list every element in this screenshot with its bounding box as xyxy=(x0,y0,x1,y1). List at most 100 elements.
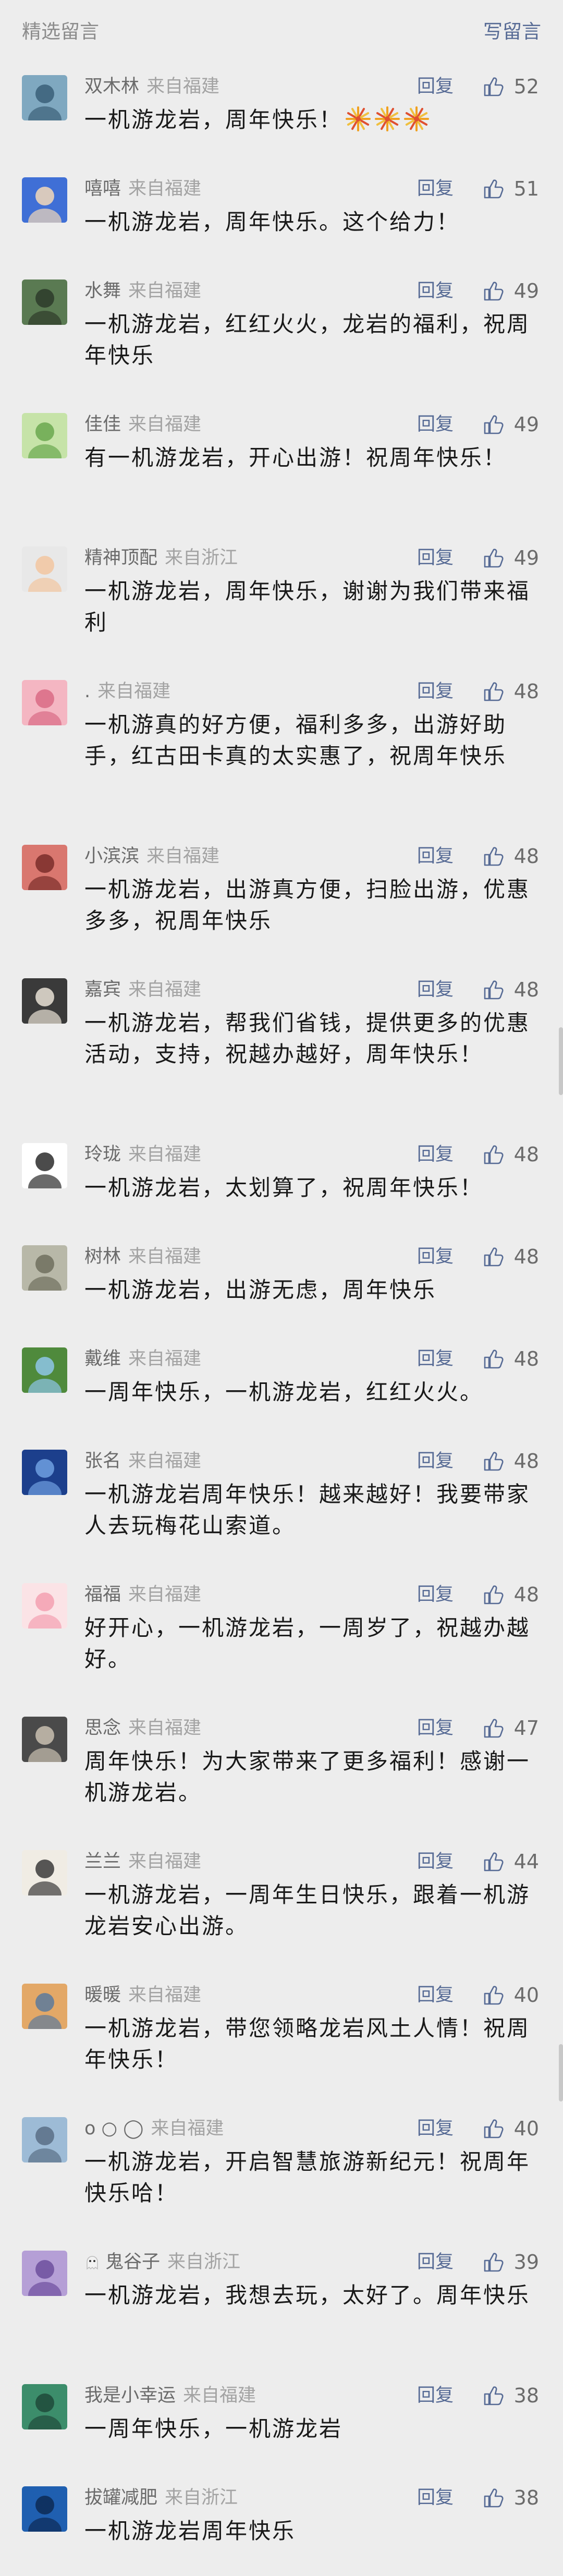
reply-button[interactable]: 回复 xyxy=(417,1346,454,1371)
like-button[interactable]: 48 xyxy=(482,1141,539,1168)
avatar[interactable] xyxy=(22,2486,67,2532)
commenter-name[interactable]: o ○ ◯ xyxy=(84,2118,143,2139)
reply-button[interactable]: 回复 xyxy=(417,2485,454,2510)
like-button[interactable]: 48 xyxy=(482,1345,539,1372)
like-button[interactable]: 38 xyxy=(482,2382,539,2409)
reply-button[interactable]: 回复 xyxy=(417,278,454,303)
avatar[interactable] xyxy=(22,2384,67,2429)
like-count: 40 xyxy=(513,1984,539,2007)
comment-item: 嘉宾 来自福建 回复 48 一机游龙岩，帮我们省钱，提供更多的优惠活动，支持，祝越办越好… xyxy=(0,966,563,1131)
commenter-name[interactable]: 兰兰 xyxy=(84,1851,121,1872)
avatar[interactable] xyxy=(22,1984,67,2029)
commenter-name[interactable]: 鬼谷子 xyxy=(105,2252,160,2273)
like-button[interactable]: 48 xyxy=(482,678,539,705)
comment-meta: 我是小幸运 来自福建 xyxy=(84,2383,256,2408)
commenter-name[interactable]: 精神顶配 xyxy=(84,548,157,568)
like-button[interactable]: 40 xyxy=(482,2115,539,2142)
like-count: 49 xyxy=(513,546,539,569)
reply-button[interactable]: 回复 xyxy=(417,2116,454,2141)
reply-button[interactable]: 回复 xyxy=(417,545,454,570)
avatar[interactable] xyxy=(22,2251,67,2296)
commenter-name[interactable]: 树林 xyxy=(84,1246,121,1267)
commenter-name[interactable]: 福福 xyxy=(84,1584,121,1605)
commenter-location: 来自福建 xyxy=(128,1451,202,1472)
reply-button[interactable]: 回复 xyxy=(417,2383,454,2408)
reply-button[interactable]: 回复 xyxy=(417,1244,454,1269)
avatar[interactable] xyxy=(22,845,67,890)
like-button[interactable]: 38 xyxy=(482,2484,539,2511)
reply-button[interactable]: 回复 xyxy=(417,74,454,99)
commenter-name[interactable]: 小滨滨 xyxy=(84,846,139,867)
avatar[interactable] xyxy=(22,978,67,1024)
avatar[interactable] xyxy=(22,680,67,725)
reply-button[interactable]: 回复 xyxy=(417,1582,454,1607)
scrollbar-thumb-secondary[interactable] xyxy=(559,2044,563,2101)
commenter-name[interactable]: 思念 xyxy=(84,1718,121,1739)
reply-button[interactable]: 回复 xyxy=(417,176,454,201)
commenter-name[interactable]: 嘻嘻 xyxy=(84,178,121,199)
comment-text-content: 一机游龙岩，太划算了，祝周年快乐！ xyxy=(84,1175,484,1200)
avatar[interactable] xyxy=(22,2117,67,2162)
scrollbar-thumb[interactable] xyxy=(559,1027,563,1095)
avatar[interactable] xyxy=(22,1717,67,1762)
avatar[interactable] xyxy=(22,1850,67,1895)
comment-item: 小滨滨 来自福建 回复 48 一机游龙岩，出游真方便，扫脸出游，优惠多多，祝周年快乐 xyxy=(0,832,563,966)
reply-button[interactable]: 回复 xyxy=(417,1449,454,1474)
like-button[interactable]: 49 xyxy=(482,411,539,438)
commenter-name[interactable]: . xyxy=(84,681,90,702)
like-button[interactable]: 52 xyxy=(482,73,539,100)
like-button[interactable]: 47 xyxy=(482,1715,539,1742)
reply-button[interactable]: 回复 xyxy=(417,844,454,869)
avatar[interactable] xyxy=(22,1347,67,1393)
like-button[interactable]: 48 xyxy=(482,976,539,1003)
commenter-location: 来自福建 xyxy=(128,979,202,1000)
comment-text: 一机游龙岩，帮我们省钱，提供更多的优惠活动，支持，祝越办越好，周年快乐！ xyxy=(84,1007,533,1070)
commenter-name[interactable]: 双木林 xyxy=(84,76,139,97)
like-button[interactable]: 51 xyxy=(482,175,539,202)
reply-button[interactable]: 回复 xyxy=(417,977,454,1002)
avatar[interactable] xyxy=(22,1143,67,1188)
like-button[interactable]: 48 xyxy=(482,843,539,870)
comment-text: 一机游龙岩，我想去玩，太好了。周年快乐 xyxy=(84,2280,533,2311)
comment-text: 一机游龙岩，一周年生日快乐，跟着一机游龙岩安心出游。 xyxy=(84,1879,533,1942)
like-count: 38 xyxy=(513,2384,539,2407)
avatar[interactable] xyxy=(22,75,67,120)
commenter-name[interactable]: 拔罐减肥 xyxy=(84,2487,157,2508)
comment-text: 有一机游龙岩，开心出游！祝周年快乐！ xyxy=(84,442,533,473)
reply-button[interactable]: 回复 xyxy=(417,1983,454,2008)
comment-meta: 拔罐减肥 来自浙江 xyxy=(84,2485,238,2510)
reply-button[interactable]: 回复 xyxy=(417,1142,454,1167)
like-button[interactable]: 49 xyxy=(482,277,539,305)
comment-item: 福福 来自福建 回复 48 好开心，一机游龙岩，一周岁了，祝越办越好。 xyxy=(0,1571,563,1704)
avatar[interactable] xyxy=(22,413,67,458)
commenter-name[interactable]: 张名 xyxy=(84,1451,121,1472)
reply-button[interactable]: 回复 xyxy=(417,412,454,437)
like-button[interactable]: 39 xyxy=(482,2249,539,2276)
like-button[interactable]: 48 xyxy=(482,1243,539,1270)
avatar[interactable] xyxy=(22,177,67,223)
avatar[interactable] xyxy=(22,1450,67,1495)
commenter-name[interactable]: 水舞 xyxy=(84,281,121,301)
reply-button[interactable]: 回复 xyxy=(417,2250,454,2275)
avatar[interactable] xyxy=(22,1245,67,1291)
commenter-name[interactable]: 玲珑 xyxy=(84,1144,121,1165)
comment-text: 一机游真的好方便，福利多多，出游好助手，红古田卡真的太实惠了，祝周年快乐 xyxy=(84,709,533,772)
reply-button[interactable]: 回复 xyxy=(417,679,454,704)
like-button[interactable]: 49 xyxy=(482,544,539,572)
like-button[interactable]: 48 xyxy=(482,1448,539,1475)
like-button[interactable]: 44 xyxy=(482,1848,539,1875)
avatar[interactable] xyxy=(22,546,67,592)
avatar[interactable] xyxy=(22,1583,67,1629)
like-button[interactable]: 48 xyxy=(482,1581,539,1608)
commenter-name[interactable]: 佳佳 xyxy=(84,414,121,435)
commenter-name[interactable]: 嘉宾 xyxy=(84,979,121,1000)
write-comment-button[interactable]: 写留言 xyxy=(483,16,541,44)
like-button[interactable]: 40 xyxy=(482,1982,539,2009)
reply-button[interactable]: 回复 xyxy=(417,1716,454,1741)
comment-item: 拔罐减肥 来自浙江 回复 38 一机游龙岩周年快乐 xyxy=(0,2474,563,2576)
commenter-name[interactable]: 我是小幸运 xyxy=(84,2385,176,2406)
avatar[interactable] xyxy=(22,280,67,325)
commenter-name[interactable]: 戴维 xyxy=(84,1348,121,1369)
commenter-name[interactable]: 暖暖 xyxy=(84,1985,121,2006)
reply-button[interactable]: 回复 xyxy=(417,1849,454,1874)
